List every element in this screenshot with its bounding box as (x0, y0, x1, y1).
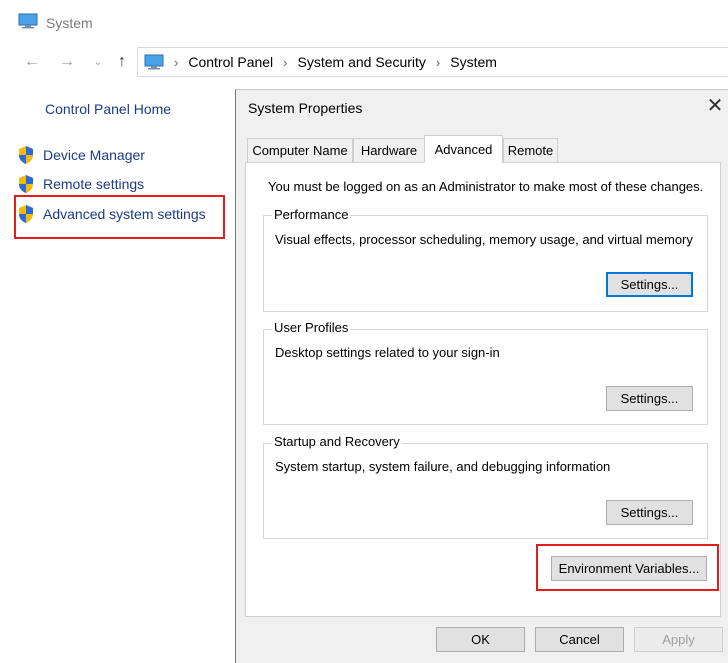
apply-button[interactable]: Apply (634, 627, 723, 652)
tab-advanced[interactable]: Advanced (424, 135, 503, 163)
ok-button[interactable]: OK (436, 627, 525, 652)
shield-icon (19, 175, 33, 193)
startup-recovery-group-label: Startup and Recovery (272, 434, 402, 449)
tab-computer-name[interactable]: Computer Name (247, 138, 353, 162)
close-icon[interactable]: ✕ (704, 96, 726, 118)
performance-description: Visual effects, processor scheduling, me… (275, 232, 693, 247)
breadcrumb-control-panel[interactable]: Control Panel (188, 54, 273, 70)
performance-group (263, 215, 708, 312)
admin-note: You must be logged on as an Administrato… (268, 179, 704, 194)
up-button[interactable]: ↑ (112, 52, 132, 72)
cancel-button[interactable]: Cancel (535, 627, 624, 652)
chevron-right-icon: › (174, 54, 179, 70)
remote-settings-link[interactable]: Remote settings (17, 173, 144, 195)
user-profiles-group-label: User Profiles (272, 320, 351, 335)
system-icon (18, 13, 38, 34)
performance-settings-button[interactable]: Settings... (606, 272, 693, 297)
back-button[interactable]: ← (22, 52, 42, 72)
user-profiles-description: Desktop settings related to your sign-in (275, 345, 500, 360)
chevron-right-icon: › (435, 54, 441, 70)
remote-settings-label: Remote settings (43, 176, 145, 192)
shield-icon (19, 146, 33, 164)
computer-icon (144, 53, 164, 71)
dialog-title: System Properties (248, 100, 363, 116)
startup-recovery-settings-button[interactable]: Settings... (606, 500, 693, 525)
device-manager-label: Device Manager (43, 147, 145, 163)
device-manager-link[interactable]: Device Manager (17, 144, 145, 166)
chevron-right-icon: › (283, 54, 288, 70)
highlight-box-environment-variables (536, 544, 719, 591)
window-title-bar: System (18, 12, 93, 34)
tab-remote[interactable]: Remote (503, 138, 558, 162)
breadcrumb-system[interactable]: System (450, 54, 497, 70)
breadcrumb-system-security[interactable]: System and Security (298, 54, 426, 70)
highlight-box-advanced-settings (14, 195, 225, 239)
window-title: System (46, 15, 93, 31)
user-profiles-settings-button[interactable]: Settings... (606, 386, 693, 411)
forward-button[interactable]: → (57, 52, 77, 72)
performance-group-label: Performance (272, 207, 351, 222)
control-panel-home-link[interactable]: Control Panel Home (45, 101, 171, 117)
recent-dropdown-icon[interactable]: ⌄ (88, 52, 108, 72)
startup-recovery-description: System startup, system failure, and debu… (275, 459, 611, 474)
tab-hardware[interactable]: Hardware (353, 138, 425, 162)
address-bar[interactable]: › Control Panel › System and Security › … (137, 47, 728, 77)
